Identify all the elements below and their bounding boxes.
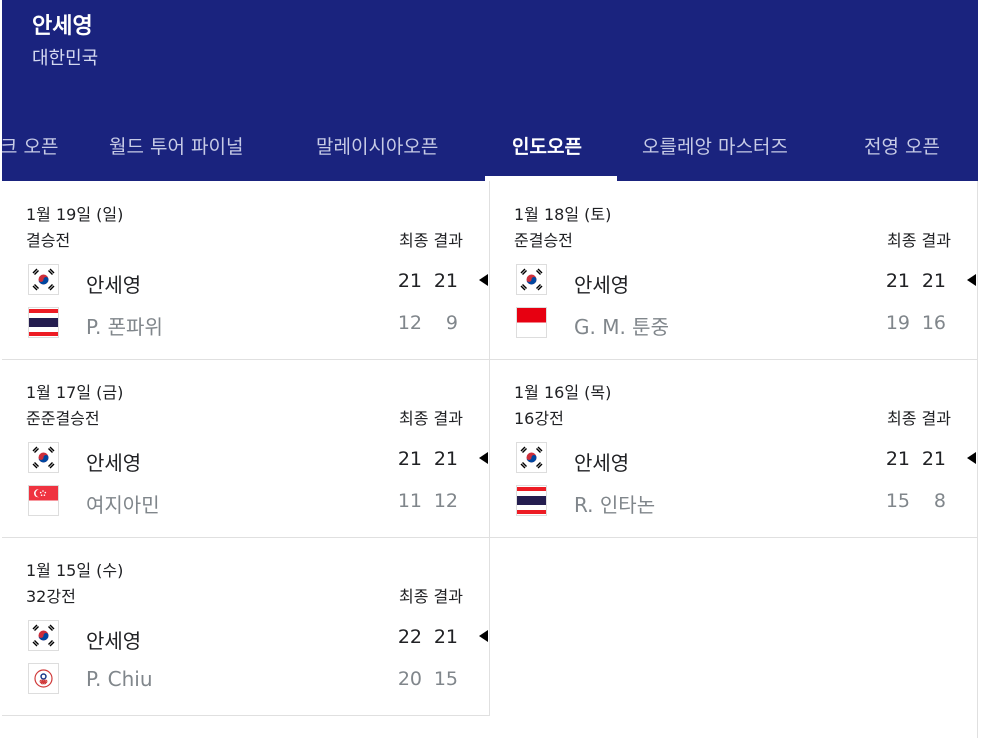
set-score: 15: [433, 668, 458, 690]
right-border: [977, 181, 978, 738]
set-score: 22: [397, 626, 422, 648]
match-status: 최종 결과: [887, 409, 951, 428]
set-score: 15: [885, 490, 910, 512]
thailand-flag-icon: [28, 307, 59, 338]
match-status: 최종 결과: [887, 231, 951, 250]
set-score: 21: [433, 626, 458, 648]
match-round: 준결승전: [514, 231, 573, 250]
match-status: 최종 결과: [399, 587, 463, 606]
match-round: 16강전: [514, 409, 564, 428]
korea-flag-icon: [516, 442, 547, 473]
player-name-p1: 안세영: [86, 629, 142, 653]
match-round: 준준결승전: [26, 409, 100, 428]
player-name-p1: 안세영: [574, 451, 630, 475]
thailand-flag-icon: [516, 485, 547, 516]
player-name-p2: G. M. 툰중: [574, 315, 669, 339]
set-score: 11: [397, 490, 422, 512]
player-name: 안세영: [32, 14, 93, 39]
row-divider: [2, 715, 490, 716]
player-name-p2: P. Chiu: [86, 667, 153, 691]
match-status: 최종 결과: [399, 409, 463, 428]
korea-flag-icon: [28, 442, 59, 473]
set-score: 9: [445, 312, 458, 334]
match-date: 1월 19일 (일): [26, 205, 124, 224]
set-score: 8: [933, 490, 946, 512]
winner-arrow-icon: [479, 274, 488, 286]
player-name-p1: 안세영: [86, 273, 142, 297]
match-round: 32강전: [26, 587, 76, 606]
match-card[interactable]: 1월 18일 (토) 준결승전 최종 결과안세영 21 21 G. M. 툰중 19 16: [490, 181, 976, 358]
set-score: 21: [921, 270, 946, 292]
set-score: 12: [397, 312, 422, 334]
match-round: 결승전: [26, 231, 71, 250]
chinese-taipei-flag-icon: [28, 663, 59, 694]
singapore-flag-icon: [28, 485, 59, 516]
match-status: 최종 결과: [399, 231, 463, 250]
tab-tournament-4[interactable]: 인도오픈: [512, 132, 582, 159]
match-date: 1월 16일 (목): [514, 383, 612, 402]
player-name-p1: 안세영: [86, 451, 142, 475]
tab-tournament-2[interactable]: 월드 투어 파이널: [109, 132, 243, 159]
set-score: 21: [921, 448, 946, 470]
korea-flag-icon: [28, 264, 59, 295]
korea-flag-icon: [28, 620, 59, 651]
tab-tournament-3[interactable]: 말레이시아오픈: [316, 132, 438, 159]
player-name-p2: 여지아민: [86, 493, 160, 517]
korea-flag-icon: [516, 264, 547, 295]
match-card[interactable]: 1월 19일 (일) 결승전 최종 결과안세영 21 21 P. 폰파위 12 9: [2, 181, 488, 358]
match-date: 1월 15일 (수): [26, 561, 124, 580]
set-score: 12: [433, 490, 458, 512]
match-card[interactable]: 1월 16일 (목) 16강전 최종 결과안세영 21 21 R. 인타논 15 8: [490, 359, 976, 536]
set-score: 21: [433, 270, 458, 292]
winner-arrow-icon: [479, 452, 488, 464]
indonesia-flag-icon: [516, 307, 547, 338]
set-score: 19: [885, 312, 910, 334]
winner-arrow-icon: [967, 452, 976, 464]
set-score: 21: [397, 448, 422, 470]
set-score: 20: [397, 668, 422, 690]
set-score: 16: [921, 312, 946, 334]
player-header: 안세영 대한민국: [2, 0, 978, 108]
match-card[interactable]: 1월 15일 (수) 32강전 최종 결과안세영 22 21 P. Chiu 20 15: [2, 537, 488, 714]
match-card[interactable]: 1월 17일 (금) 준준결승전 최종 결과안세영 21 21 여지아민 11 12: [2, 359, 488, 536]
player-country: 대한민국: [32, 48, 99, 69]
set-score: 21: [885, 270, 910, 292]
set-score: 21: [885, 448, 910, 470]
tab-tournament-5[interactable]: 오를레앙 마스터즈: [642, 132, 788, 159]
player-name-p2: R. 인타논: [574, 493, 656, 517]
set-score: 21: [397, 270, 422, 292]
player-name-p2: P. 폰파위: [86, 315, 163, 339]
match-date: 1월 18일 (토): [514, 205, 612, 224]
tab-tournament-1[interactable]: 크 오픈: [2, 132, 58, 159]
player-name-p1: 안세영: [574, 273, 630, 297]
winner-arrow-icon: [967, 274, 976, 286]
tournament-tabs: 크 오픈 월드 투어 파이널 말레이시아오픈 인도오픈 오를레앙 마스터즈 전영…: [2, 108, 978, 181]
winner-arrow-icon: [479, 630, 488, 642]
tab-tournament-6[interactable]: 전영 오픈: [864, 132, 940, 159]
match-date: 1월 17일 (금): [26, 383, 124, 402]
set-score: 21: [433, 448, 458, 470]
